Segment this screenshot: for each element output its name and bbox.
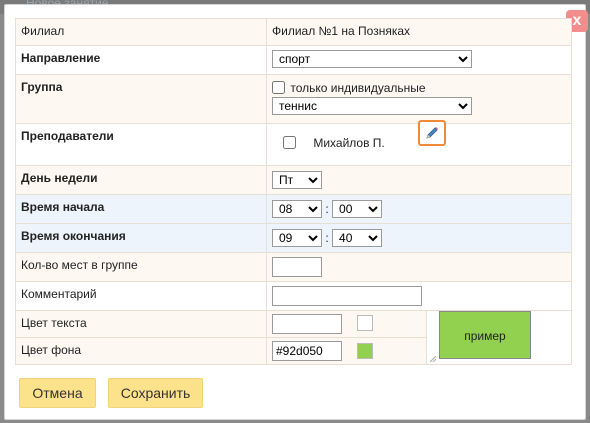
capacity-label: Кол-во мест в группе: [15, 252, 267, 282]
bg-color-label: Цвет фона: [15, 337, 267, 365]
end-hour-select[interactable]: 09: [272, 229, 322, 247]
teacher-name: Михайлов П.: [313, 136, 385, 150]
individual-only-checkbox[interactable]: [272, 81, 285, 94]
color-preview: пример: [439, 311, 531, 359]
group-label: Группа: [15, 74, 267, 124]
comment-label: Комментарий: [15, 281, 267, 311]
end-time-separator: :: [325, 231, 329, 245]
edit-teachers-button[interactable]: [418, 120, 446, 146]
individual-only-option[interactable]: только индивидуальные: [272, 81, 566, 95]
start-minute-select[interactable]: 00: [332, 200, 383, 218]
text-color-label: Цвет текста: [15, 310, 267, 338]
bg-color-input[interactable]: [272, 341, 342, 361]
pencil-icon: [426, 127, 438, 139]
capacity-input[interactable]: [272, 257, 322, 277]
branch-label: Филиал: [15, 18, 267, 46]
start-time-separator: :: [325, 202, 329, 216]
branch-value: Филиал №1 на Позняках: [266, 18, 572, 46]
individual-only-label: только индивидуальные: [290, 81, 426, 95]
end-time-label: Время окончания: [15, 223, 267, 253]
save-button[interactable]: Сохранить: [108, 378, 203, 408]
direction-select[interactable]: спорт: [272, 50, 472, 68]
start-time-label: Время начала: [15, 194, 267, 224]
teacher-checkbox[interactable]: [283, 136, 296, 149]
start-hour-select[interactable]: 08: [272, 200, 322, 218]
teachers-label: Преподаватели: [15, 123, 267, 166]
comment-input[interactable]: [272, 286, 422, 306]
bg-color-swatch[interactable]: [357, 343, 373, 359]
text-color-swatch[interactable]: [357, 315, 373, 331]
end-minute-select[interactable]: 40: [332, 229, 383, 247]
text-color-input[interactable]: [272, 314, 342, 334]
cancel-button[interactable]: Отмена: [19, 378, 96, 408]
weekday-label: День недели: [15, 165, 267, 195]
weekday-select[interactable]: Пт: [272, 171, 322, 189]
group-select[interactable]: теннис: [272, 97, 472, 115]
direction-label: Направление: [15, 45, 267, 75]
resize-grip-icon[interactable]: [430, 356, 436, 362]
